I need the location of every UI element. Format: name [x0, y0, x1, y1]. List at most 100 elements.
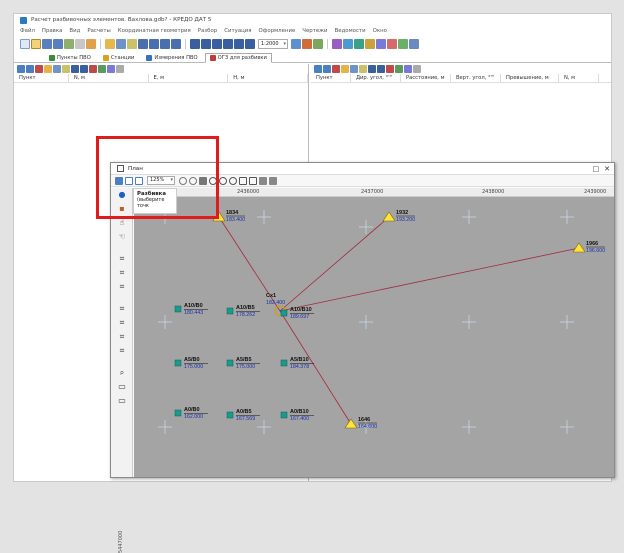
- menu-item-cogo[interactable]: Координатная геометрия: [118, 28, 191, 34]
- add-row-icon[interactable]: [17, 65, 25, 73]
- import-icon[interactable]: [64, 39, 74, 49]
- restore-button[interactable]: □: [593, 165, 600, 173]
- rows-icon[interactable]: [171, 39, 181, 49]
- menu-item-situation[interactable]: Ситуация: [224, 28, 251, 34]
- table-icon[interactable]: [138, 39, 148, 49]
- search-icon[interactable]: ⌕: [117, 368, 127, 378]
- menu-item-reports[interactable]: Ведомости: [335, 28, 366, 34]
- plan-canvas[interactable]: 1834 183.400 1932 193.200 1966 196.600 1646 164…: [134, 197, 614, 477]
- delete-row-icon[interactable]: [332, 65, 340, 73]
- layer2-tool-icon[interactable]: ⌗: [117, 318, 127, 328]
- find-icon[interactable]: [404, 65, 412, 73]
- list-icon[interactable]: [234, 39, 244, 49]
- filter-icon[interactable]: [259, 176, 267, 185]
- filter-icon[interactable]: [377, 65, 385, 73]
- tool-icon[interactable]: [332, 39, 342, 49]
- copy-icon[interactable]: [116, 39, 126, 49]
- add-row-icon[interactable]: [314, 65, 322, 73]
- funnel-icon[interactable]: [269, 176, 277, 185]
- menu-item-view[interactable]: Вид: [69, 28, 80, 34]
- copy-icon[interactable]: [350, 65, 358, 73]
- tab-stakeout[interactable]: ОГЗ для разбивки: [204, 53, 272, 63]
- insert-row-icon[interactable]: [323, 65, 331, 73]
- window2-tool-icon[interactable]: ▭: [117, 396, 127, 406]
- save-icon[interactable]: [42, 39, 52, 49]
- play-icon[interactable]: [398, 39, 408, 49]
- paste-icon[interactable]: [62, 65, 70, 73]
- layer3-tool-icon[interactable]: ⌗: [117, 332, 127, 342]
- col-header[interactable]: N, м: [559, 74, 599, 82]
- export-icon[interactable]: [75, 39, 85, 49]
- cut-icon[interactable]: [341, 65, 349, 73]
- col-header[interactable]: Превышение, м: [501, 74, 559, 82]
- clear-icon[interactable]: [89, 65, 97, 73]
- col-header[interactable]: Верт. угол, °'": [451, 74, 501, 82]
- new-file-icon[interactable]: [20, 39, 30, 49]
- indent-icon[interactable]: [245, 39, 255, 49]
- table-icon[interactable]: [368, 65, 376, 73]
- find-icon[interactable]: [107, 65, 115, 73]
- paste-icon[interactable]: [127, 39, 137, 49]
- calc-icon[interactable]: [302, 39, 312, 49]
- menu-item-window[interactable]: Окно: [373, 28, 387, 34]
- save-all-icon[interactable]: [53, 39, 63, 49]
- help-icon[interactable]: [409, 39, 419, 49]
- zoom-icon[interactable]: [229, 176, 237, 185]
- grid2-tool-icon[interactable]: ⌗: [117, 268, 127, 278]
- grid3-tool-icon[interactable]: ⌗: [117, 282, 127, 292]
- measure-icon[interactable]: [249, 176, 257, 185]
- col-header[interactable]: Пункт: [311, 74, 351, 82]
- col-header[interactable]: Расстояние, м: [401, 74, 451, 82]
- align-left-icon[interactable]: [190, 39, 200, 49]
- close-button[interactable]: ✕: [604, 165, 610, 173]
- open-folder-icon[interactable]: [31, 39, 41, 49]
- layer-tool-icon[interactable]: ⌗: [117, 304, 127, 314]
- copy-icon[interactable]: [53, 65, 61, 73]
- grid-icon[interactable]: [149, 39, 159, 49]
- settings-icon[interactable]: [116, 65, 124, 73]
- menu-item-drawings[interactable]: Чертежи: [302, 28, 327, 34]
- delete-icon[interactable]: [387, 39, 397, 49]
- plan-drawing[interactable]: 1834183.400 1932193.200 1966196.600 1646164…: [134, 197, 614, 477]
- cut-icon[interactable]: [105, 39, 115, 49]
- hand-tool-icon[interactable]: ☝: [117, 218, 127, 228]
- measure-icon[interactable]: [343, 39, 353, 49]
- menu-item-calc[interactable]: Расчеты: [87, 28, 110, 34]
- tab-points[interactable]: Пункты ПВО: [44, 52, 96, 62]
- delete-row-icon[interactable]: [35, 65, 43, 73]
- insert-row-icon[interactable]: [26, 65, 34, 73]
- col-header[interactable]: Дир. угол, °'": [351, 74, 401, 82]
- refresh-icon[interactable]: [291, 39, 301, 49]
- draw-icon[interactable]: [365, 39, 375, 49]
- cut-icon[interactable]: [44, 65, 52, 73]
- align-center-icon[interactable]: [201, 39, 211, 49]
- window-tool-icon[interactable]: ▭: [117, 382, 127, 392]
- menu-item-stakeout[interactable]: Разбор: [198, 28, 217, 34]
- check-icon[interactable]: [313, 39, 323, 49]
- settings-icon[interactable]: [413, 65, 421, 73]
- col-header[interactable]: Пункт: [14, 74, 69, 82]
- justify-icon[interactable]: [223, 39, 233, 49]
- layer4-tool-icon[interactable]: ⌗: [117, 346, 127, 356]
- edit-icon[interactable]: [86, 39, 96, 49]
- col-header[interactable]: N, м: [69, 74, 149, 82]
- menu-item-format[interactable]: Оформление: [259, 28, 296, 34]
- zoom-out-icon[interactable]: [219, 176, 227, 185]
- grid-tool-icon[interactable]: ⌗: [117, 254, 127, 264]
- tab-stations[interactable]: Станции: [98, 52, 140, 62]
- filter-icon[interactable]: [80, 65, 88, 73]
- scale-select[interactable]: 1:2000: [258, 39, 288, 49]
- select-icon[interactable]: [239, 176, 247, 185]
- table-icon[interactable]: [71, 65, 79, 73]
- sort-icon[interactable]: [395, 65, 403, 73]
- tab-measurements[interactable]: Измерения ПВО: [141, 52, 202, 62]
- columns-icon[interactable]: [160, 39, 170, 49]
- stakeout-icon[interactable]: [354, 39, 364, 49]
- col-header[interactable]: H, м: [228, 74, 309, 82]
- paste-icon[interactable]: [359, 65, 367, 73]
- menu-item-file[interactable]: Файл: [20, 28, 35, 34]
- select-tool-icon[interactable]: ☜: [117, 232, 127, 242]
- align-right-icon[interactable]: [212, 39, 222, 49]
- sort-icon[interactable]: [98, 65, 106, 73]
- col-header[interactable]: E, м: [149, 74, 229, 82]
